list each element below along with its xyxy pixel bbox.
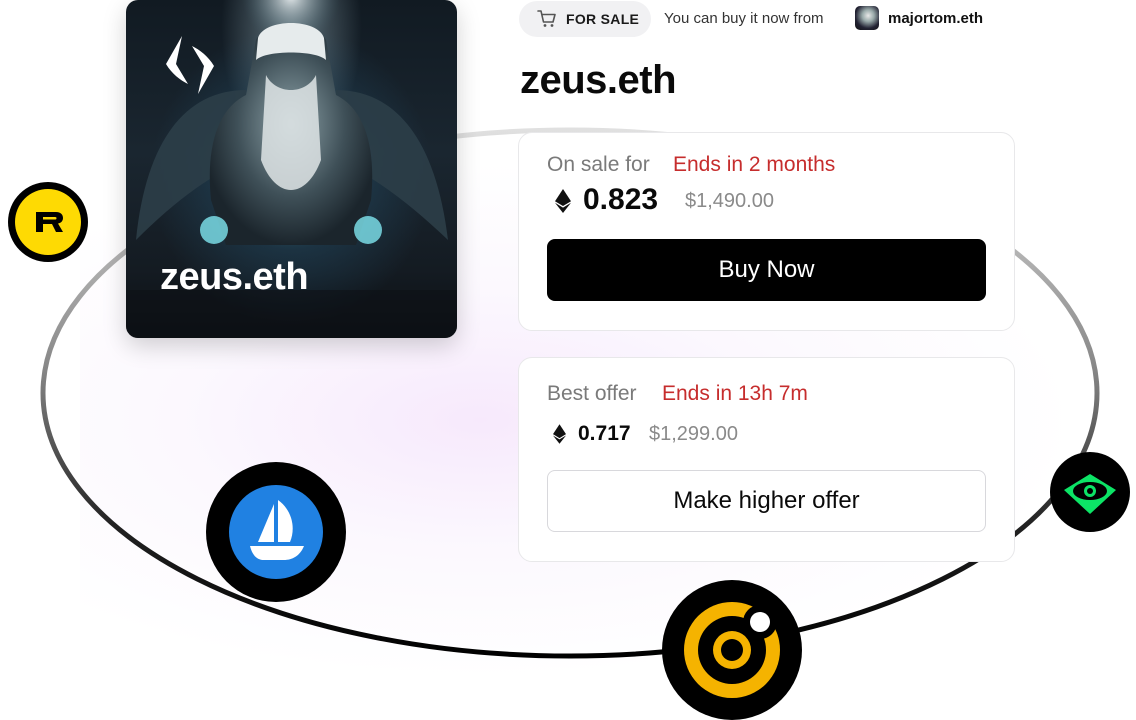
rarible-icon[interactable] xyxy=(8,182,88,262)
badge-label: FOR SALE xyxy=(566,11,640,27)
sale-price-usd: $1,490.00 xyxy=(685,190,774,212)
eth-icon xyxy=(553,424,566,444)
buy-now-button[interactable]: Buy Now xyxy=(547,239,986,301)
for-sale-badge: FOR SALE xyxy=(519,1,651,37)
offer-price-usd: $1,299.00 xyxy=(649,423,738,445)
seller-avatar[interactable] xyxy=(855,6,879,30)
offer-ends: Ends in 13h 7m xyxy=(662,382,808,405)
opensea-icon[interactable] xyxy=(206,462,346,602)
coinbase-nft-icon[interactable] xyxy=(662,580,802,720)
ens-logo-icon xyxy=(166,36,214,94)
offer-price-eth: 0.717 xyxy=(578,422,631,445)
seller-prefix: You can buy it now from xyxy=(664,10,824,27)
seller-name-link[interactable]: majortom.eth xyxy=(888,10,983,27)
looksrare-icon[interactable] xyxy=(1050,452,1130,532)
cart-icon xyxy=(537,10,556,27)
offer-label: Best offer xyxy=(547,382,637,405)
sale-price-eth: 0.823 xyxy=(583,183,659,216)
eth-icon xyxy=(555,189,571,213)
sale-ends: Ends in 2 months xyxy=(673,153,836,176)
offer-panel: Best offer Ends in 13h 7m 0.717 $1,299.0… xyxy=(518,357,1015,562)
page-title: zeus.eth xyxy=(520,58,677,102)
nft-card-name: zeus.eth xyxy=(160,256,309,298)
nft-card[interactable]: zeus.eth xyxy=(126,0,457,338)
sale-panel: On sale for Ends in 2 months 0.823 $1,49… xyxy=(518,132,1015,331)
sale-label: On sale for xyxy=(547,153,650,176)
make-higher-offer-button[interactable]: Make higher offer xyxy=(547,470,986,532)
